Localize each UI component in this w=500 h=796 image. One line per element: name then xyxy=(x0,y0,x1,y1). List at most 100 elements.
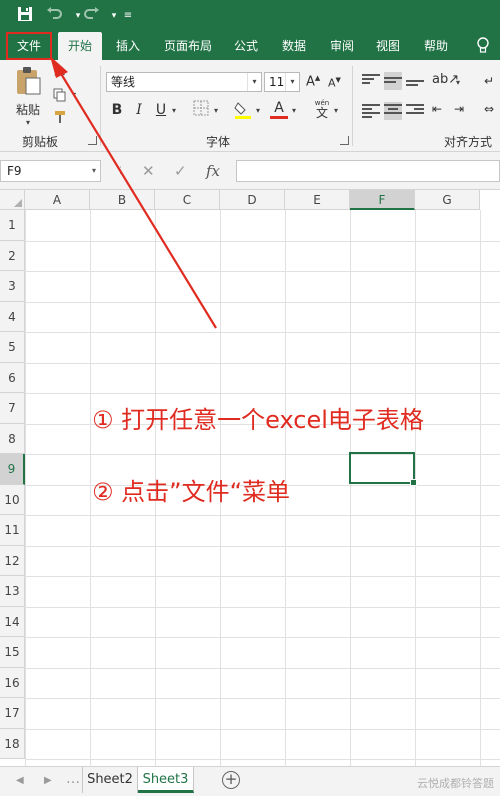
font-color-icon: A xyxy=(274,100,284,116)
copy-dropdown-icon[interactable]: ▾ xyxy=(72,90,76,99)
tab-formulas[interactable]: 公式 xyxy=(226,32,266,60)
align-left-icon[interactable] xyxy=(362,102,380,120)
lightbulb-icon[interactable] xyxy=(470,32,496,60)
row-header-1[interactable]: 1 xyxy=(0,210,25,241)
merge-center-icon[interactable]: ⇔ xyxy=(484,102,494,116)
clipboard-launcher-icon[interactable] xyxy=(88,136,97,145)
row-header-15[interactable]: 15 xyxy=(0,637,25,668)
row-header-6[interactable]: 6 xyxy=(0,362,25,393)
tab-data[interactable]: 数据 xyxy=(274,32,314,60)
tab-home[interactable]: 开始 xyxy=(58,32,102,60)
save-icon[interactable] xyxy=(15,6,35,26)
spreadsheet-grid[interactable]: ABCDEFG 1 2 3 4 5 6 7 8 9 10 11 12 13 14 15 16 17 18 ① 打开… xyxy=(0,190,500,766)
cut-icon[interactable]: ✂ xyxy=(52,66,68,82)
fill-color-button[interactable] xyxy=(234,100,252,120)
scroll-right-icon[interactable]: ▶ xyxy=(44,775,52,786)
tab-page-layout[interactable]: 页面布局 xyxy=(158,32,218,60)
top-align-icon[interactable] xyxy=(362,72,380,90)
watermark: 云悦成都铃答题 xyxy=(417,777,494,790)
tab-review[interactable]: 审阅 xyxy=(322,32,362,60)
column-header-f[interactable]: F xyxy=(350,190,415,210)
increase-font-size-button[interactable]: A▲ xyxy=(306,74,320,89)
cancel-icon[interactable]: ✕ xyxy=(142,162,155,180)
row-header-13[interactable]: 13 xyxy=(0,576,25,607)
row-header-12[interactable]: 12 xyxy=(0,545,25,576)
grid-column-line xyxy=(350,210,351,766)
format-painter-icon[interactable] xyxy=(52,110,68,126)
row-header-5[interactable]: 5 xyxy=(0,332,25,363)
row-header-16[interactable]: 16 xyxy=(0,667,25,698)
column-header-g[interactable]: G xyxy=(415,190,480,210)
scroll-left-icon[interactable]: ◀ xyxy=(16,775,24,786)
grid-row-line xyxy=(25,515,500,516)
row-header-18[interactable]: 18 xyxy=(0,728,25,759)
tab-view[interactable]: 视图 xyxy=(368,32,408,60)
sheet-tab-sheet3[interactable]: Sheet3 xyxy=(138,767,194,793)
tab-file[interactable]: 文件 xyxy=(6,32,52,60)
borders-dropdown-icon[interactable]: ▾ xyxy=(214,106,218,115)
orientation-dropdown-icon[interactable]: ▾ xyxy=(456,78,460,87)
drag-handle-icon[interactable]: ⋮ xyxy=(116,166,125,176)
select-all-corner[interactable] xyxy=(0,190,25,210)
font-name-select[interactable]: 等线 ▾ xyxy=(106,72,262,92)
row-header-2[interactable]: 2 xyxy=(0,240,25,271)
grid-row-line xyxy=(25,606,500,608)
row-header-9[interactable]: 9 xyxy=(0,454,25,485)
redo-icon[interactable] xyxy=(82,6,102,26)
copy-icon[interactable] xyxy=(52,88,68,104)
bold-button[interactable]: B xyxy=(108,100,126,120)
column-header-c[interactable]: C xyxy=(155,190,220,210)
more-sheets-icon[interactable]: … xyxy=(66,771,80,787)
decrease-indent-icon[interactable]: ⇤ xyxy=(432,102,442,116)
chevron-down-icon: ▾ xyxy=(247,73,261,91)
enter-icon[interactable]: ✓ xyxy=(174,162,187,180)
paste-button[interactable]: 粘贴 ▾ xyxy=(12,66,44,127)
wrap-text-icon[interactable]: ↵ xyxy=(484,74,494,88)
row-header-10[interactable]: 10 xyxy=(0,484,25,515)
font-color-button[interactable]: A xyxy=(270,100,288,120)
font-launcher-icon[interactable] xyxy=(340,136,349,145)
decrease-font-size-button[interactable]: A▼ xyxy=(328,76,341,90)
name-box[interactable]: F9 ▾ xyxy=(0,160,101,182)
row-header-17[interactable]: 17 xyxy=(0,698,25,729)
fill-color-dropdown-icon[interactable]: ▾ xyxy=(256,106,260,115)
row-header-8[interactable]: 8 xyxy=(0,423,25,454)
phonetic-button[interactable]: wén 文 xyxy=(312,98,332,119)
italic-button[interactable]: I xyxy=(130,100,148,120)
sheet-tab-sheet2[interactable]: Sheet2 xyxy=(82,767,138,793)
borders-button[interactable] xyxy=(192,100,210,120)
row-header-11[interactable]: 11 xyxy=(0,515,25,546)
align-center-icon[interactable] xyxy=(384,102,402,120)
undo-icon[interactable] xyxy=(44,6,64,26)
row-header-4[interactable]: 4 xyxy=(0,301,25,332)
increase-indent-icon[interactable]: ⇥ xyxy=(454,102,464,116)
font-size-select[interactable]: 11 ▾ xyxy=(264,72,300,92)
underline-dropdown-icon[interactable]: ▾ xyxy=(172,106,176,115)
column-header-e[interactable]: E xyxy=(285,190,350,210)
fill-bucket-icon xyxy=(234,102,251,119)
customize-toolbar-icon[interactable]: ≡ xyxy=(118,6,138,26)
tab-help[interactable]: 帮助 xyxy=(416,32,456,60)
active-cell[interactable] xyxy=(349,452,417,486)
row-header-7[interactable]: 7 xyxy=(0,393,25,424)
insert-function-icon[interactable]: fx xyxy=(206,162,220,180)
chevron-down-icon: ▾ xyxy=(91,166,96,175)
grid-row-line xyxy=(25,728,500,730)
column-header-d[interactable]: D xyxy=(220,190,285,210)
middle-align-icon[interactable] xyxy=(384,72,402,90)
row-header-14[interactable]: 14 xyxy=(0,606,25,637)
ribbon: 粘贴 ▾ ✂ ▾ 剪贴板 等线 ▾ 11 ▾ A▲ A▼ B I U ▾ ▾ ▾… xyxy=(0,60,500,152)
column-header-b[interactable]: B xyxy=(90,190,155,210)
formula-input[interactable] xyxy=(236,160,500,182)
title-bar: ▾ ▾ ≡ xyxy=(0,0,500,32)
phonetic-dropdown-icon[interactable]: ▾ xyxy=(334,106,338,115)
tab-insert[interactable]: 插入 xyxy=(108,32,148,60)
underline-button[interactable]: U xyxy=(152,100,170,120)
column-header-a[interactable]: A xyxy=(25,190,90,210)
row-header-3[interactable]: 3 xyxy=(0,271,25,302)
bottom-align-icon[interactable] xyxy=(406,72,424,90)
align-right-icon[interactable] xyxy=(406,102,424,120)
add-sheet-button[interactable]: + xyxy=(222,771,240,789)
borders-icon xyxy=(193,100,209,116)
font-color-dropdown-icon[interactable]: ▾ xyxy=(292,106,296,115)
